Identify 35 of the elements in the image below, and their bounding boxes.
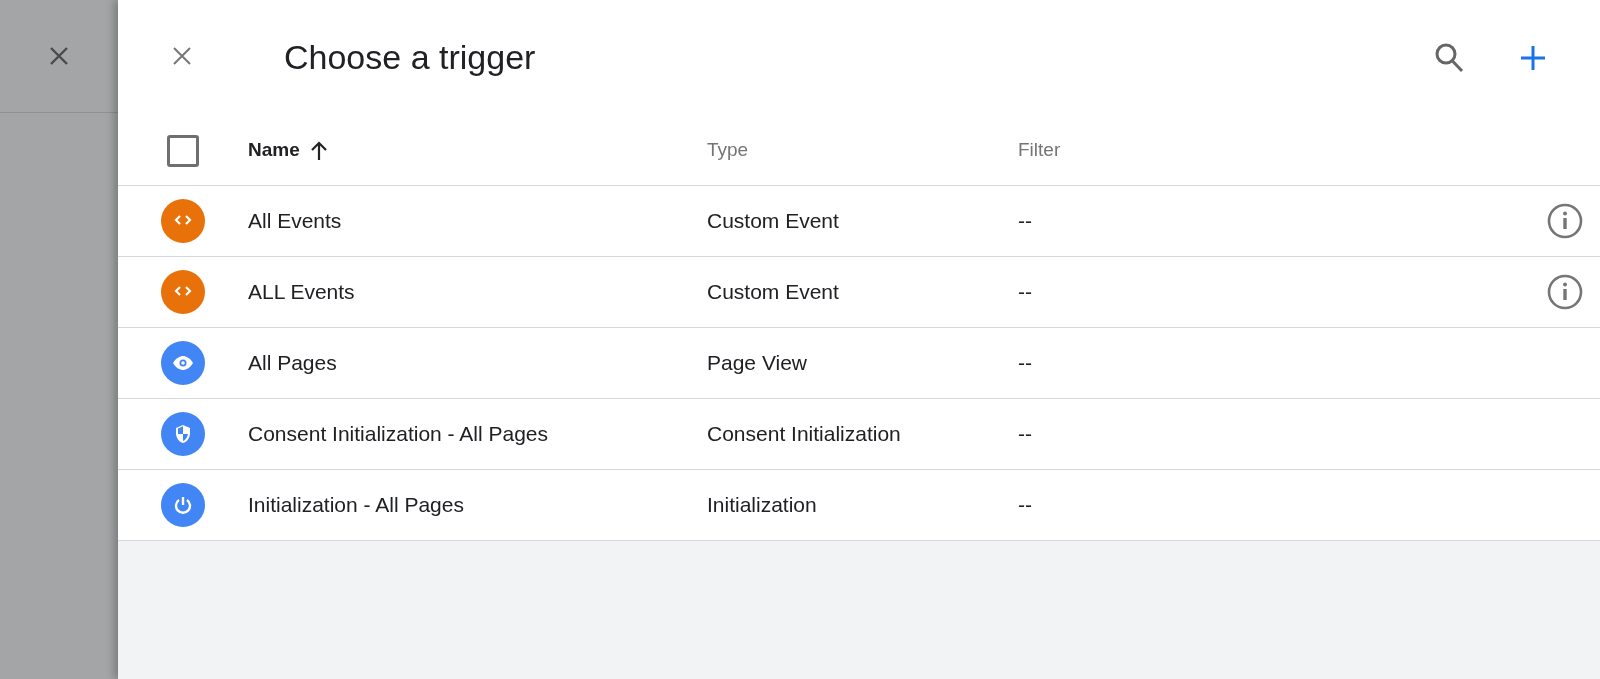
trigger-name: ALL Events [248, 280, 355, 304]
trigger-type: Initialization [707, 493, 817, 517]
trigger-type: Page View [707, 351, 808, 375]
trigger-type: Custom Event [707, 280, 839, 304]
trigger-filter: -- [1018, 351, 1032, 375]
trigger-type: Custom Event [707, 209, 839, 233]
trigger-type-icon [161, 341, 205, 385]
trigger-filter: -- [1018, 422, 1032, 446]
info-icon[interactable] [1547, 274, 1583, 310]
plus-icon [1520, 45, 1546, 71]
search-icon [1434, 42, 1464, 74]
trigger-row[interactable]: All Events Custom Event -- [118, 186, 1600, 257]
info-icon[interactable] [1547, 203, 1583, 239]
trigger-row[interactable]: All Pages Page View -- [118, 328, 1600, 399]
trigger-name: Initialization - All Pages [248, 493, 464, 517]
trigger-type-icon [161, 483, 205, 527]
panel-title: Choose a trigger [284, 36, 536, 78]
add-button[interactable] [1518, 43, 1548, 73]
select-all-checkbox[interactable] [167, 134, 199, 167]
trigger-filter: -- [1018, 209, 1032, 233]
trigger-name: Consent Initialization - All Pages [248, 422, 548, 446]
trigger-filter: -- [1018, 493, 1032, 517]
trigger-type-icon [161, 412, 205, 456]
trigger-filter: -- [1018, 280, 1032, 304]
column-header[interactable]: Type [707, 136, 749, 165]
trigger-row[interactable]: ALL Events Custom Event -- [118, 257, 1600, 328]
trigger-name: All Pages [248, 351, 337, 375]
trigger-type-icon [161, 270, 205, 314]
column-header[interactable]: Name [248, 136, 300, 165]
trigger-type: Consent Initialization [707, 422, 901, 446]
column-header[interactable]: Filter [1018, 136, 1061, 165]
trigger-row[interactable]: Consent Initialization - All Pages Consent Initialization -- [118, 399, 1600, 470]
trigger-name: All Events [248, 209, 342, 233]
trigger-row[interactable]: Initialization - All Pages Initialization -- [118, 470, 1600, 541]
trigger-type-icon [161, 199, 205, 243]
